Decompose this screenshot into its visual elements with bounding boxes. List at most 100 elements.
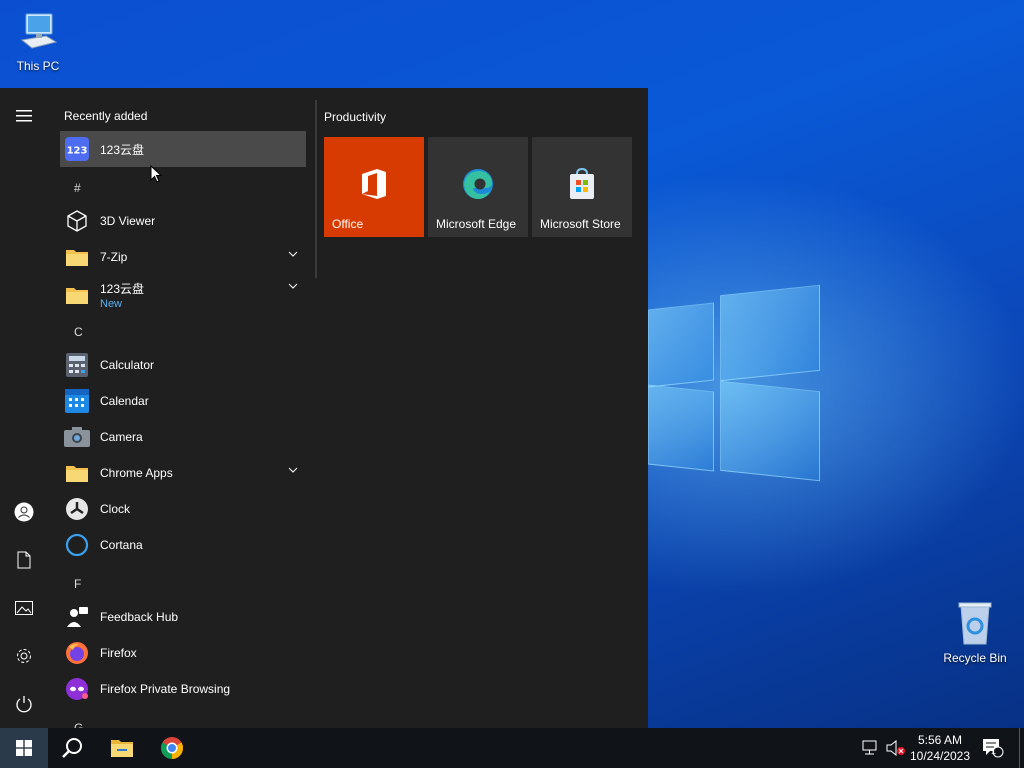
user-account-button[interactable]: [0, 492, 48, 532]
start-button[interactable]: [0, 728, 48, 768]
office-icon: [362, 169, 386, 199]
folder-icon: [64, 244, 90, 270]
search-button[interactable]: [48, 728, 96, 768]
desktop-icon-recycle-bin[interactable]: Recycle Bin: [937, 600, 1013, 665]
feedback-hub-icon: [64, 604, 90, 630]
app-item-chrome-apps-folder[interactable]: Chrome Apps: [60, 455, 306, 491]
microsoft-store-icon: [570, 167, 594, 199]
computer-icon: [20, 13, 58, 49]
clock-icon: [64, 496, 90, 522]
app-item-calculator[interactable]: Calculator: [60, 347, 306, 383]
mouse-cursor-icon: [150, 165, 162, 183]
hamburger-menu-icon: [16, 110, 32, 122]
chevron-down-icon: [288, 251, 298, 257]
volume-muted-icon: [886, 740, 905, 756]
app-item-label: Firefox Private Browsing: [100, 682, 231, 696]
camera-icon: [64, 424, 90, 450]
notification-count-badge: 1: [991, 746, 997, 756]
app-item-label: 123云盘: [100, 142, 145, 157]
desktop-icon-label: Recycle Bin: [943, 651, 1007, 665]
network-tray-button[interactable]: [858, 728, 884, 768]
section-letter-hash[interactable]: #: [74, 181, 81, 195]
scrollbar[interactable]: [315, 100, 317, 278]
settings-icon: [17, 649, 31, 663]
app-item-123yunpan-folder[interactable]: 123云盘 New: [60, 275, 306, 315]
app-item-label: 123云盘: [100, 282, 145, 296]
search-icon: [62, 738, 82, 758]
app-item-label: 3D Viewer: [100, 214, 156, 228]
taskbar: 5:56 AM 10/24/2023 1: [0, 728, 1024, 768]
svg-text:123: 123: [67, 146, 88, 157]
tray-date: 10/24/2023: [909, 749, 971, 763]
desktop-icon-label: This PC: [16, 59, 60, 73]
firefox-private-browsing-icon: [64, 676, 90, 702]
recycle-bin-icon: [958, 602, 992, 645]
documents-button[interactable]: [0, 540, 48, 580]
app-item-firefox-private[interactable]: Firefox Private Browsing: [60, 671, 306, 707]
chevron-down-icon: [288, 467, 298, 473]
app-item-cortana[interactable]: Cortana: [60, 527, 306, 563]
user-icon: [14, 502, 34, 522]
power-button[interactable]: [0, 684, 48, 724]
app-item-label: Firefox: [100, 646, 137, 660]
start-menu: Recently added 123 123云盘 # 3D Viewer 7-Z…: [0, 88, 648, 728]
edge-icon: [463, 169, 493, 199]
app-item-label: Chrome Apps: [100, 466, 173, 480]
action-center-button[interactable]: 1: [978, 728, 1008, 768]
123yunpan-icon: 123: [64, 136, 90, 162]
section-letter-g[interactable]: G: [74, 721, 83, 728]
calculator-icon: [64, 352, 90, 378]
desktop-icon-this-pc[interactable]: This PC: [0, 10, 76, 73]
new-badge: New: [100, 298, 123, 310]
app-item-123yunpan-recent[interactable]: 123 123云盘: [60, 131, 306, 167]
section-letter-c[interactable]: C: [74, 325, 83, 339]
app-item-label: Feedback Hub: [100, 610, 179, 624]
clock-tray-button[interactable]: 5:56 AM 10/24/2023: [908, 728, 972, 768]
tile-microsoft-edge[interactable]: Microsoft Edge: [428, 137, 528, 237]
recently-added-header: Recently added: [64, 109, 148, 123]
documents-icon: [17, 551, 31, 569]
folder-icon: [64, 282, 90, 308]
app-item-label: Cortana: [100, 538, 143, 552]
file-explorer-button[interactable]: [98, 728, 146, 768]
cortana-icon: [64, 532, 90, 558]
network-icon: [862, 740, 877, 755]
calendar-icon: [64, 388, 90, 414]
tile-label: Microsoft Edge: [436, 217, 517, 231]
app-item-label: Calendar: [100, 394, 149, 408]
app-item-7zip-folder[interactable]: 7-Zip: [60, 239, 306, 275]
windows-start-icon: [16, 740, 32, 756]
file-explorer-icon: [111, 740, 133, 757]
start-menu-rail: [0, 88, 48, 728]
app-item-camera[interactable]: Camera: [60, 419, 306, 455]
tray-time: 5:56 AM: [917, 733, 963, 747]
tile-office[interactable]: Office: [324, 137, 424, 237]
tile-label: Microsoft Store: [540, 217, 621, 231]
pictures-icon: [15, 601, 33, 615]
app-item-label: Calculator: [100, 358, 155, 372]
app-item-label: 7-Zip: [100, 250, 128, 264]
folder-icon: [64, 460, 90, 486]
app-item-3d-viewer[interactable]: 3D Viewer: [60, 203, 306, 239]
app-item-clock[interactable]: Clock: [60, 491, 306, 527]
tile-label: Office: [332, 217, 364, 231]
chrome-icon: [161, 737, 183, 759]
app-item-calendar[interactable]: Calendar: [60, 383, 306, 419]
power-icon: [16, 696, 32, 713]
hamburger-menu-button[interactable]: [0, 96, 48, 136]
section-letter-f[interactable]: F: [74, 577, 81, 591]
pictures-button[interactable]: [0, 588, 48, 628]
chevron-down-icon: [288, 283, 298, 289]
app-item-firefox[interactable]: Firefox: [60, 635, 306, 671]
app-item-feedback-hub[interactable]: Feedback Hub: [60, 599, 306, 635]
settings-button[interactable]: [0, 636, 48, 676]
3d-viewer-icon: [64, 208, 90, 234]
show-desktop-button[interactable]: [1019, 728, 1020, 768]
volume-tray-button[interactable]: [884, 728, 908, 768]
app-list: Recently added 123 123云盘 # 3D Viewer 7-Z…: [56, 88, 312, 728]
tile-microsoft-store[interactable]: Microsoft Store: [532, 137, 632, 237]
app-item-label: Camera: [100, 430, 143, 444]
firefox-icon: [64, 640, 90, 666]
tiles-group-header[interactable]: Productivity: [324, 110, 386, 124]
chrome-button[interactable]: [148, 728, 196, 768]
